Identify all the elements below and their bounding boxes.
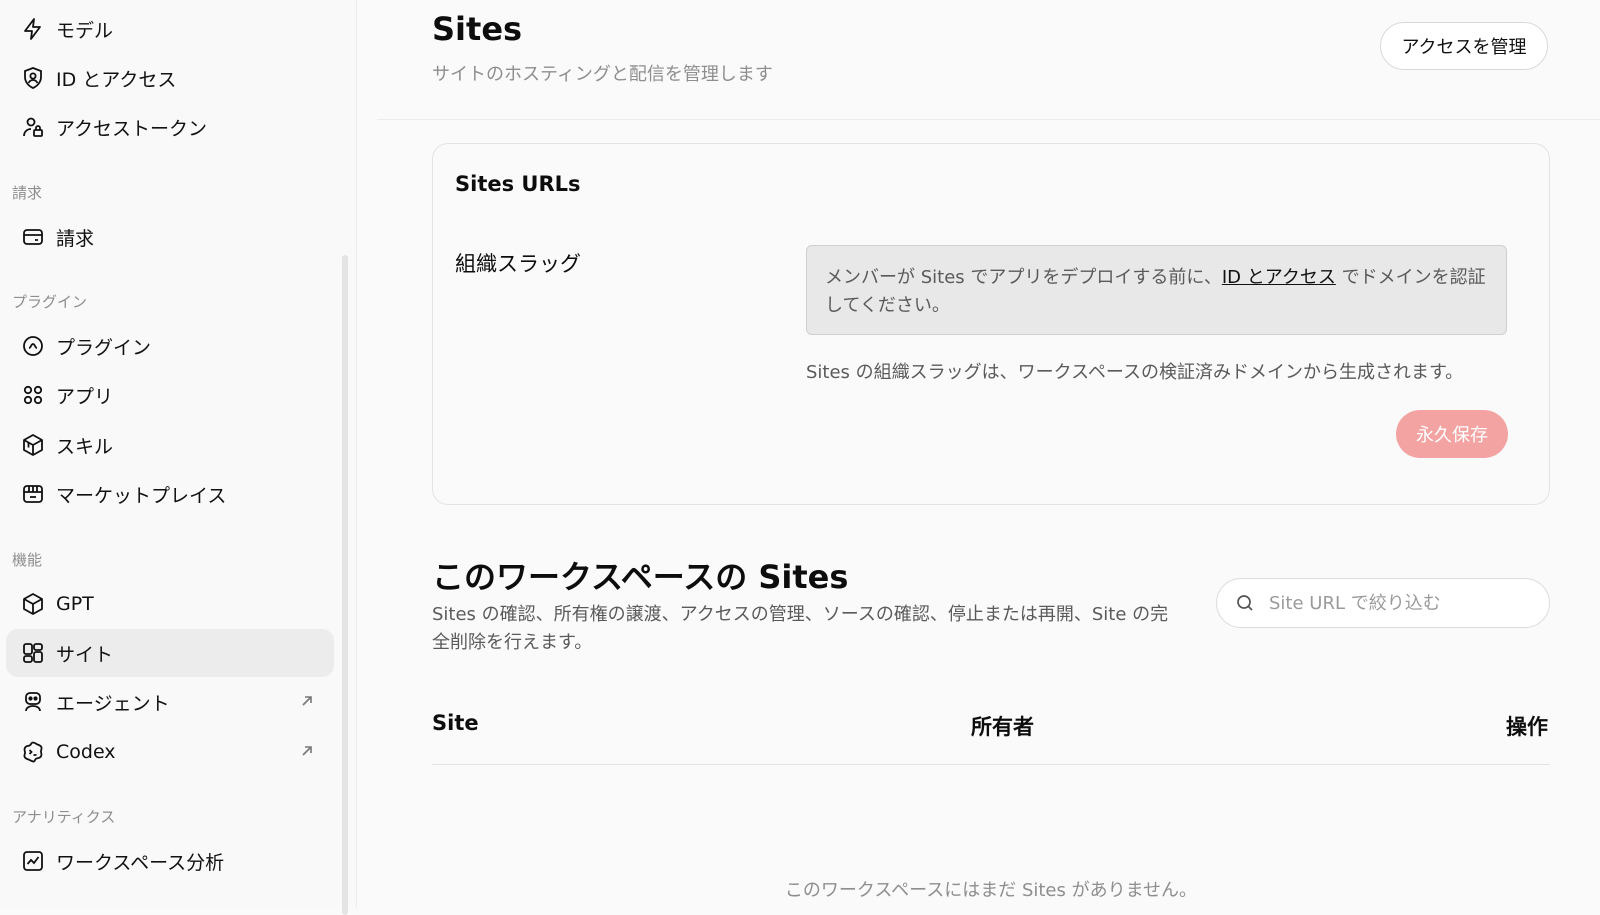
org-slug-label: 組織スラッグ [455,252,581,276]
sidebar-item-label: モデル [56,19,114,42]
sidebar-item-label: アプリ [56,385,114,408]
save-button[interactable]: 永久保存 [1396,410,1508,458]
store-icon [20,481,46,507]
shield-user-icon [20,65,46,91]
chart-icon [20,848,46,874]
user-lock-icon [20,114,46,140]
slug-help-text: Sites の組織スラッグは、ワークスペースの検証済みドメインから生成されます。 [806,362,1464,383]
sidebar-item-label: サイト [56,643,114,666]
sidebar-item-label: ワークスペース分析 [56,851,225,874]
sidebar: モデル ID とアクセス アクセストークン 請求 請求 プラグイン プラグイン … [0,0,357,915]
section-label-features: 機能 [12,551,43,569]
external-link-icon [298,742,316,760]
sidebar-item-billing[interactable]: 請求 [6,213,334,261]
sites-urls-card: Sites URLs 組織スラッグ メンバーが Sites でアプリをデプロイす… [432,143,1550,505]
sidebar-item-label: ID とアクセス [56,68,177,91]
plugin-icon [20,333,46,359]
sidebar-item-label: 請求 [56,227,95,250]
sidebar-scrollbar[interactable] [342,255,348,915]
bolt-icon [20,16,46,42]
sidebar-item-label: マーケットプレイス [56,484,227,507]
robot-icon [20,689,46,715]
sidebar-item-skills[interactable]: スキル [6,421,334,469]
search-icon [1217,593,1267,613]
table-header-divider [432,764,1550,765]
column-header-site: Site [432,711,479,735]
notice-text-pre: メンバーが Sites でアプリをデプロイする前に、 [825,267,1222,288]
sidebar-item-gpt[interactable]: GPT [6,580,334,628]
cube-stack-icon [20,432,46,458]
sidebar-item-marketplace[interactable]: マーケットプレイス [6,470,334,518]
site-filter-input[interactable] [1267,591,1541,615]
external-link-icon [298,692,316,710]
sidebar-item-plugins[interactable]: プラグイン [6,322,334,370]
sidebar-item-label: アクセストークン [56,117,208,140]
page-title: Sites [432,10,523,48]
sidebar-item-label: Codex [56,741,116,763]
site-filter[interactable] [1216,578,1550,628]
sidebar-item-codex[interactable]: Codex [6,728,334,776]
sites-icon [20,640,46,666]
codex-icon [20,739,46,765]
sidebar-item-sites[interactable]: サイト [6,629,334,677]
manage-access-button[interactable]: アクセスを管理 [1380,22,1548,70]
header-divider [377,119,1600,120]
sidebar-item-label: GPT [56,593,94,615]
sidebar-item-label: プラグイン [56,336,152,359]
id-access-link[interactable]: ID とアクセス [1222,267,1336,288]
sidebar-item-label: エージェント [56,692,170,715]
sidebar-item-workspace-analytics[interactable]: ワークスペース分析 [6,837,334,885]
page-subtitle: サイトのホスティングと配信を管理します [432,64,773,85]
empty-state-text: このワークスペースにはまだ Sites がありません。 [784,880,1198,901]
column-header-actions: 操作 [1506,715,1548,739]
sidebar-item-models[interactable]: モデル [6,5,334,53]
column-header-owner: 所有者 [971,715,1034,739]
card-title: Sites URLs [455,172,581,196]
apps-icon [20,382,46,408]
section-label-billing: 請求 [12,184,43,202]
main-content: Sites サイトのホスティングと配信を管理します アクセスを管理 Sites … [357,0,1600,908]
domain-verification-notice: メンバーが Sites でアプリをデプロイする前に、ID とアクセス でドメイン… [806,245,1507,335]
workspace-sites-description: Sites の確認、所有権の譲渡、アクセスの管理、ソースの確認、停止または再開、… [432,604,1169,653]
section-label-plugins: プラグイン [12,293,88,311]
sidebar-item-access-tokens[interactable]: アクセストークン [6,103,334,151]
workspace-sites-title: このワークスペースの Sites [432,558,849,596]
sidebar-item-id-access[interactable]: ID とアクセス [6,54,334,102]
card-icon [20,224,46,250]
cube-icon [20,591,46,617]
section-label-analytics: アナリティクス [12,808,116,826]
sidebar-item-agents[interactable]: エージェント [6,678,334,726]
sidebar-item-apps[interactable]: アプリ [6,371,334,419]
sidebar-item-label: スキル [56,435,114,458]
